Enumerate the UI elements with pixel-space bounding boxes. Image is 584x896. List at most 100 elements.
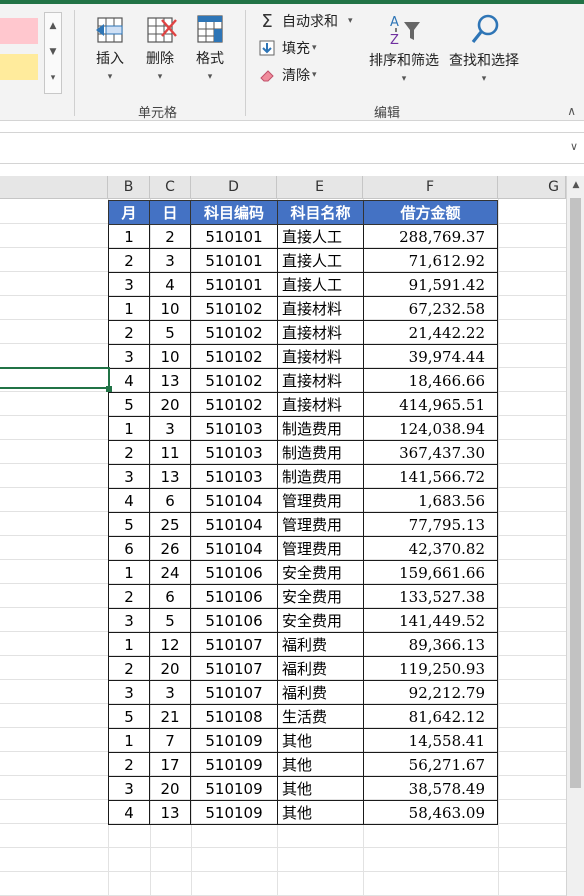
cell-month[interactable]: 4: [108, 368, 150, 393]
cell-account-code[interactable]: 510102: [190, 368, 278, 393]
cell-account-code[interactable]: 510103: [190, 440, 278, 465]
fill-button[interactable]: 填充 ▾: [258, 37, 317, 59]
gallery-more-icon[interactable]: ▾: [45, 65, 61, 91]
cell-debit-amount[interactable]: 71,612.92: [363, 248, 498, 273]
column-header-b[interactable]: B: [108, 176, 150, 199]
cell-debit-amount[interactable]: 81,642.12: [363, 704, 498, 729]
collapse-ribbon-icon[interactable]: ∧: [567, 104, 576, 118]
cell-debit-amount[interactable]: 21,442.22: [363, 320, 498, 345]
cell-month[interactable]: 1: [108, 224, 150, 249]
cell-account-name[interactable]: 安全费用: [277, 608, 364, 633]
cell-account-name[interactable]: 直接材料: [277, 368, 364, 393]
expand-formula-bar-icon[interactable]: ∨: [570, 140, 578, 153]
cell-month[interactable]: 2: [108, 248, 150, 273]
cell-debit-amount[interactable]: 367,437.30: [363, 440, 498, 465]
cell-month[interactable]: 1: [108, 416, 150, 441]
cell-month[interactable]: 5: [108, 392, 150, 417]
cell-month[interactable]: 3: [108, 464, 150, 489]
cell-account-name[interactable]: 安全费用: [277, 584, 364, 609]
style-gallery-scroll[interactable]: ▲ ▼ ▾: [44, 12, 62, 94]
cell-day[interactable]: 10: [149, 344, 191, 369]
cell-account-code[interactable]: 510109: [190, 776, 278, 801]
cell-debit-amount[interactable]: 159,661.66: [363, 560, 498, 585]
cell-month[interactable]: 3: [108, 272, 150, 297]
cell-account-name[interactable]: 其他: [277, 776, 364, 801]
column-header-e[interactable]: E: [277, 176, 363, 199]
cell-debit-amount[interactable]: 141,566.72: [363, 464, 498, 489]
cell-debit-amount[interactable]: 67,232.58: [363, 296, 498, 321]
cell-account-name[interactable]: 管理费用: [277, 512, 364, 537]
cell-day[interactable]: 3: [149, 680, 191, 705]
cell-day[interactable]: 25: [149, 512, 191, 537]
cell-day[interactable]: 7: [149, 728, 191, 753]
header-month[interactable]: 月: [108, 200, 150, 225]
cell-month[interactable]: 3: [108, 344, 150, 369]
cell-debit-amount[interactable]: 77,795.13: [363, 512, 498, 537]
cell-month[interactable]: 1: [108, 296, 150, 321]
cell-debit-amount[interactable]: 38,578.49: [363, 776, 498, 801]
insert-button[interactable]: 插入 ▾: [86, 12, 134, 82]
cell-debit-amount[interactable]: 288,769.37: [363, 224, 498, 249]
delete-button[interactable]: 删除 ▾: [136, 12, 184, 82]
cell-account-code[interactable]: 510109: [190, 752, 278, 777]
column-header-g[interactable]: G: [498, 176, 566, 199]
cell-month[interactable]: 3: [108, 680, 150, 705]
cell-day[interactable]: 21: [149, 704, 191, 729]
cell-account-name[interactable]: 管理费用: [277, 536, 364, 561]
cell-day[interactable]: 3: [149, 416, 191, 441]
clear-button[interactable]: 清除 ▾: [258, 64, 317, 86]
cell-month[interactable]: 4: [108, 800, 150, 825]
cell-debit-amount[interactable]: 89,366.13: [363, 632, 498, 657]
gallery-down-icon[interactable]: ▼: [45, 39, 61, 65]
sort-filter-button[interactable]: A Z 排序和筛选 ▾: [364, 12, 444, 84]
cell-account-name[interactable]: 直接材料: [277, 392, 364, 417]
cell-account-code[interactable]: 510106: [190, 584, 278, 609]
cell-debit-amount[interactable]: 56,271.67: [363, 752, 498, 777]
cell-month[interactable]: 6: [108, 536, 150, 561]
cell-account-code[interactable]: 510106: [190, 608, 278, 633]
cell-account-name[interactable]: 安全费用: [277, 560, 364, 585]
cell-account-code[interactable]: 510109: [190, 728, 278, 753]
cell-day[interactable]: 6: [149, 488, 191, 513]
cell-account-code[interactable]: 510102: [190, 320, 278, 345]
cell-account-code[interactable]: 510108: [190, 704, 278, 729]
cell-debit-amount[interactable]: 42,370.82: [363, 536, 498, 561]
cell-account-code[interactable]: 510104: [190, 536, 278, 561]
cell-day[interactable]: 24: [149, 560, 191, 585]
cell-account-code[interactable]: 510102: [190, 344, 278, 369]
cell-day[interactable]: 5: [149, 320, 191, 345]
cell-account-name[interactable]: 其他: [277, 752, 364, 777]
cell-account-name[interactable]: 其他: [277, 800, 364, 825]
scrollbar-thumb[interactable]: [570, 198, 581, 788]
cell-account-code[interactable]: 510102: [190, 392, 278, 417]
cell-debit-amount[interactable]: 14,558.41: [363, 728, 498, 753]
cell-month[interactable]: 1: [108, 560, 150, 585]
header-day[interactable]: 日: [149, 200, 191, 225]
cell-day[interactable]: 20: [149, 392, 191, 417]
cell-account-name[interactable]: 制造费用: [277, 464, 364, 489]
cell-month[interactable]: 5: [108, 704, 150, 729]
column-header-c[interactable]: C: [150, 176, 191, 199]
cell-debit-amount[interactable]: 39,974.44: [363, 344, 498, 369]
cell-account-name[interactable]: 直接材料: [277, 344, 364, 369]
cell-account-name[interactable]: 福利费: [277, 656, 364, 681]
cell-account-name[interactable]: 管理费用: [277, 488, 364, 513]
cell-day[interactable]: 20: [149, 776, 191, 801]
style-swatch-bad[interactable]: [0, 18, 38, 44]
cell-day[interactable]: 2: [149, 224, 191, 249]
cell-debit-amount[interactable]: 18,466.66: [363, 368, 498, 393]
cell-month[interactable]: 3: [108, 776, 150, 801]
cell-day[interactable]: 13: [149, 800, 191, 825]
cell-account-name[interactable]: 福利费: [277, 632, 364, 657]
cell-day[interactable]: 13: [149, 464, 191, 489]
scroll-up-icon[interactable]: ▲: [567, 180, 584, 190]
cell-day[interactable]: 12: [149, 632, 191, 657]
cell-month[interactable]: 2: [108, 656, 150, 681]
cell-month[interactable]: 2: [108, 440, 150, 465]
cell-debit-amount[interactable]: 414,965.51: [363, 392, 498, 417]
vertical-scrollbar[interactable]: ▲: [566, 176, 584, 896]
cell-month[interactable]: 2: [108, 584, 150, 609]
cell-account-code[interactable]: 510104: [190, 488, 278, 513]
style-swatch-neutral[interactable]: [0, 54, 38, 80]
cell-day[interactable]: 26: [149, 536, 191, 561]
